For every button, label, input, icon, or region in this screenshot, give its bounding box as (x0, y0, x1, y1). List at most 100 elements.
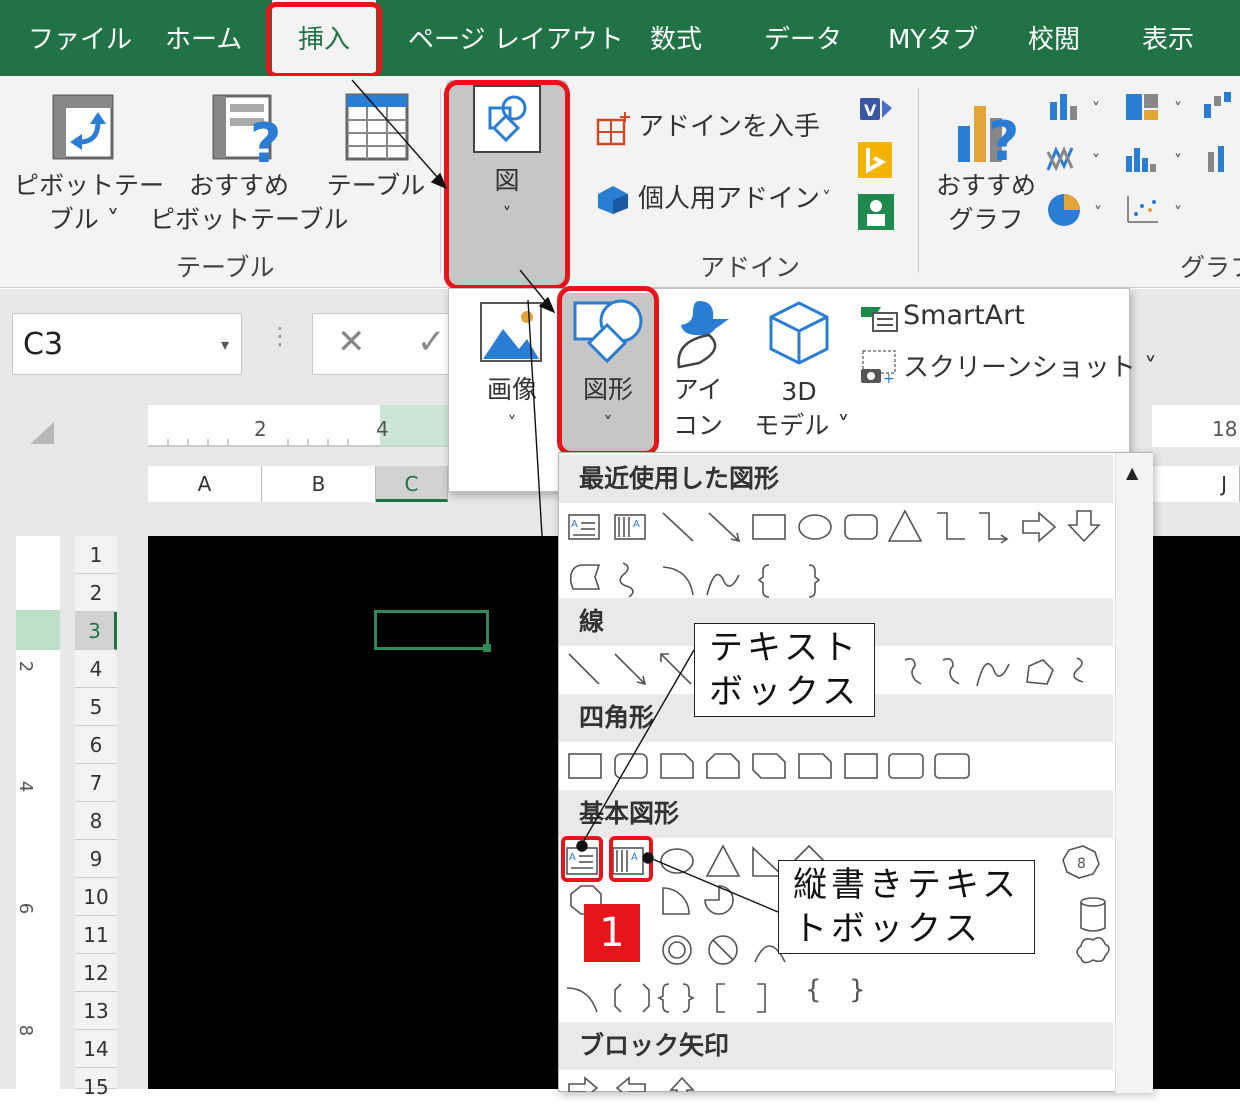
group-label-addins: アドイン (700, 253, 801, 282)
callout-textbox: テキスト ボックス (694, 623, 875, 717)
table-label[interactable]: テーブル (326, 169, 426, 203)
callout-vertical-textbox-line1: 縦書きテキス (793, 865, 1020, 905)
gallery-scrollbar[interactable]: ▲ (1115, 453, 1153, 1093)
picture-label[interactable]: 画像 (477, 373, 547, 407)
hierarchy-chart-icon[interactable]: ˅ (1124, 92, 1188, 122)
svg-text:A: A (633, 519, 640, 530)
svg-text:V: V (864, 101, 877, 120)
table-icon[interactable] (344, 92, 410, 162)
formula-buttons: ✕ ✓ (312, 313, 452, 375)
get-addins-label[interactable]: アドインを入手 (638, 110, 820, 144)
icons-label-1[interactable]: アイ (673, 373, 723, 407)
ruler-number: 6 (15, 902, 37, 915)
shapes-gallery: 最近使用した図形 ▲ A A 線 四角形 基本図形 A A {} 8 ブロック… (558, 452, 1153, 1093)
rectangles-row[interactable] (559, 742, 1115, 790)
my-addins-caret[interactable]: ˅ (822, 182, 831, 216)
line-chart-icon[interactable]: ˅ (1046, 142, 1110, 176)
callout-vertical-textbox-line2: トボックス (793, 909, 982, 949)
column-header-b[interactable]: B (262, 466, 376, 502)
octagon-number-label: 8 (1077, 856, 1086, 872)
row-header[interactable]: 15 (75, 1068, 117, 1099)
column-header-a[interactable]: A (148, 466, 262, 502)
waterfall-chart-icon[interactable] (1200, 90, 1240, 120)
category-block-arrows: ブロック矢印 (559, 1022, 1113, 1070)
recommended-pivot-label-1[interactable]: おすすめ (164, 169, 314, 203)
row-header[interactable]: 13 (75, 992, 117, 1030)
column-chart-icon[interactable]: ˅ (1048, 92, 1108, 122)
row-header[interactable]: 8 (75, 802, 117, 840)
name-box-value: C3 (23, 327, 64, 362)
row-header[interactable]: 14 (75, 1030, 117, 1068)
picture-caret[interactable]: ˅ (477, 407, 547, 441)
scroll-up-icon[interactable]: ▲ (1126, 463, 1138, 482)
picture-icon[interactable] (479, 301, 543, 363)
column-header-c[interactable]: C (376, 466, 448, 502)
row-header[interactable]: 6 (75, 726, 117, 764)
pie-chart-icon[interactable]: ˅ (1046, 192, 1110, 228)
column-header-j[interactable]: J (1152, 466, 1240, 502)
horizontal-ruler-right: 18 (1152, 405, 1240, 447)
step-number-badge: 1 (584, 904, 640, 962)
row-header[interactable]: 12 (75, 954, 117, 992)
ruler-ticks (148, 405, 448, 447)
statistic-chart-icon[interactable]: ˅ (1124, 142, 1188, 176)
horizontal-ruler: 2 4 (148, 405, 448, 447)
my-addins-icon[interactable] (596, 184, 630, 216)
icons-label-2[interactable]: コン (673, 409, 723, 443)
row-header[interactable]: 4 (75, 650, 117, 688)
tab-file[interactable]: ファイル (28, 0, 132, 76)
visio-icon[interactable]: V (858, 92, 894, 126)
ruler-number: 8 (15, 1024, 37, 1037)
pivot-table-label-2[interactable]: ブル ˅ (14, 203, 154, 237)
tab-view[interactable]: 表示 (1142, 0, 1194, 76)
recommended-charts-label-2[interactable]: グラフ (936, 203, 1036, 237)
row-header[interactable]: 9 (75, 840, 117, 878)
scatter-chart-icon[interactable]: ˅ (1124, 192, 1188, 228)
row-header[interactable]: 10 (75, 878, 117, 916)
my-addins-label[interactable]: 個人用アドイン (638, 182, 820, 216)
tab-review[interactable]: 校閲 (1028, 0, 1080, 76)
enter-icon[interactable]: ✓ (417, 322, 446, 362)
active-cell-c3[interactable] (374, 610, 491, 652)
tab-data[interactable]: データ (764, 0, 842, 76)
smartart-label[interactable]: SmartArt (903, 299, 1025, 333)
row-header[interactable]: 5 (75, 688, 117, 726)
pivot-table-label-1[interactable]: ピボットテー (14, 169, 164, 203)
screenshot-label[interactable]: スクリーンショット ˅ (903, 351, 1157, 385)
ribbon-tab-bar: ファイル ホーム 挿入 ページ レイアウト 数式 データ MYタブ 校閲 表示 (0, 0, 1240, 76)
select-all-triangle-icon[interactable] (26, 420, 56, 446)
tab-mytab[interactable]: MYタブ (888, 0, 978, 76)
row-header[interactable]: 1 (75, 536, 117, 574)
bing-icon[interactable] (858, 142, 892, 178)
tab-formulas[interactable]: 数式 (650, 0, 702, 76)
recommended-pivot-label-2[interactable]: ピボットテーブル (150, 203, 349, 237)
recommended-charts-label-1[interactable]: おすすめ (936, 169, 1036, 203)
combo-chart-icon[interactable] (1204, 142, 1240, 176)
people-graph-icon[interactable] (858, 194, 894, 230)
recommended-pivot-icon[interactable]: ? (210, 92, 282, 166)
fill-handle[interactable] (483, 644, 491, 652)
recommended-charts-icon[interactable]: ? (954, 92, 1026, 166)
row-header[interactable]: 2 (75, 574, 117, 612)
name-box[interactable]: C3 ▾ (12, 313, 242, 375)
tab-home[interactable]: ホーム (165, 0, 242, 76)
pivot-table-icon[interactable] (50, 92, 118, 162)
chevron-down-icon[interactable]: ▾ (221, 314, 229, 376)
callout-textbox-line2: ボックス (709, 672, 860, 712)
smartart-icon[interactable] (859, 303, 899, 333)
cancel-icon[interactable]: ✕ (337, 322, 366, 362)
screenshot-icon[interactable]: + (859, 349, 899, 387)
svg-text:˅: ˅ (1094, 203, 1102, 222)
row-header-selected[interactable]: 3 (75, 612, 117, 650)
row-header[interactable]: 7 (75, 764, 117, 802)
3d-model-icon[interactable] (765, 299, 833, 367)
svg-text:A: A (571, 519, 578, 530)
svg-text:+: + (883, 371, 895, 387)
icons-icon[interactable] (669, 297, 733, 369)
3d-model-label-2[interactable]: モデル ˅ (747, 409, 857, 443)
store-icon[interactable] (595, 112, 631, 148)
3d-model-label-1[interactable]: 3D (761, 375, 837, 409)
recent-shapes-row[interactable]: A A (559, 503, 1115, 603)
tab-page-layout[interactable]: ページ レイアウト (408, 0, 624, 76)
row-header[interactable]: 11 (75, 916, 117, 954)
